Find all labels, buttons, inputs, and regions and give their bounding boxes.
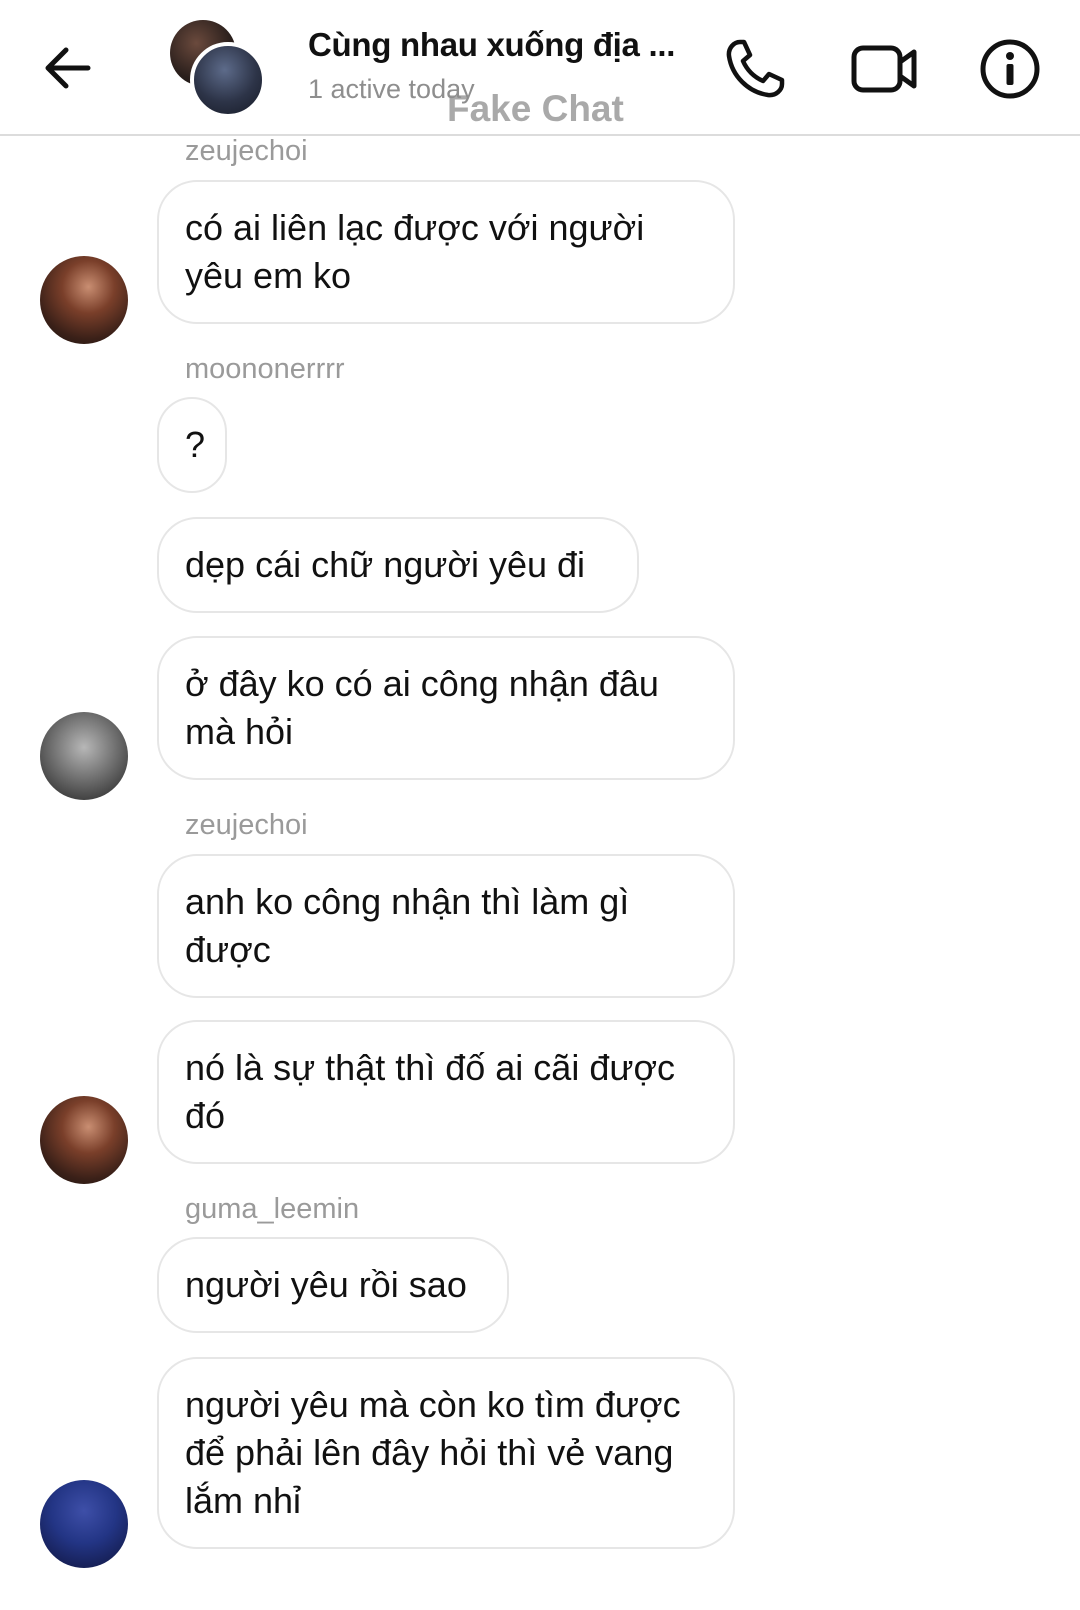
message-bubble[interactable]: người yêu mà còn ko tìm được để phải lên…	[157, 1357, 735, 1549]
sender-name: moononerrrr	[185, 353, 345, 385]
info-icon	[980, 39, 1040, 99]
message-bubble[interactable]: dẹp cái chữ người yêu đi	[157, 517, 639, 613]
message-bubble[interactable]: người yêu rồi sao	[157, 1237, 509, 1333]
back-button[interactable]	[40, 38, 100, 98]
message-text: anh ko công nhận thì làm gì được	[185, 881, 630, 970]
message-text: dẹp cái chữ người yêu đi	[185, 544, 586, 585]
chat-title: Cùng nhau xuống địa ...	[308, 26, 676, 63]
info-button[interactable]	[980, 34, 1050, 104]
message-bubble[interactable]: ở đây ko có ai công nhận đâu mà hỏi	[157, 636, 735, 780]
avatar[interactable]	[40, 1480, 128, 1568]
message-bubble[interactable]: anh ko công nhận thì làm gì được	[157, 854, 735, 998]
avatar[interactable]	[40, 1096, 128, 1184]
chat-header: Cùng nhau xuống địa ... 1 active today F…	[0, 0, 1080, 136]
back-arrow-icon	[45, 47, 91, 89]
voice-call-button[interactable]	[720, 34, 790, 104]
avatar[interactable]	[40, 712, 128, 800]
message-text: ở đây ko có ai công nhận đâu mà hỏi	[185, 663, 659, 752]
message-text: có ai liên lạc được với người yêu em ko	[185, 207, 645, 296]
sender-name: zeujechoi	[185, 135, 308, 167]
message-text: ?	[185, 424, 206, 465]
sender-name: guma_leemin	[185, 1193, 360, 1225]
video-call-button[interactable]	[850, 34, 920, 104]
sender-name: zeujechoi	[185, 809, 308, 841]
group-avatar[interactable]	[170, 20, 270, 120]
message-text: người yêu rồi sao	[185, 1264, 467, 1305]
phone-icon	[726, 39, 785, 98]
group-avatar-member-2	[190, 42, 266, 118]
message-text: nó là sự thật thì đố ai cãi được đó	[185, 1047, 676, 1136]
message-bubble[interactable]: có ai liên lạc được với người yêu em ko	[157, 180, 735, 324]
watermark: Fake Chat	[447, 88, 624, 129]
message-bubble[interactable]: nó là sự thật thì đố ai cãi được đó	[157, 1020, 735, 1164]
message-bubble[interactable]: ?	[157, 397, 227, 493]
message-text: người yêu mà còn ko tìm được để phải lên…	[185, 1384, 681, 1521]
avatar[interactable]	[40, 256, 128, 344]
video-camera-icon	[851, 45, 917, 93]
